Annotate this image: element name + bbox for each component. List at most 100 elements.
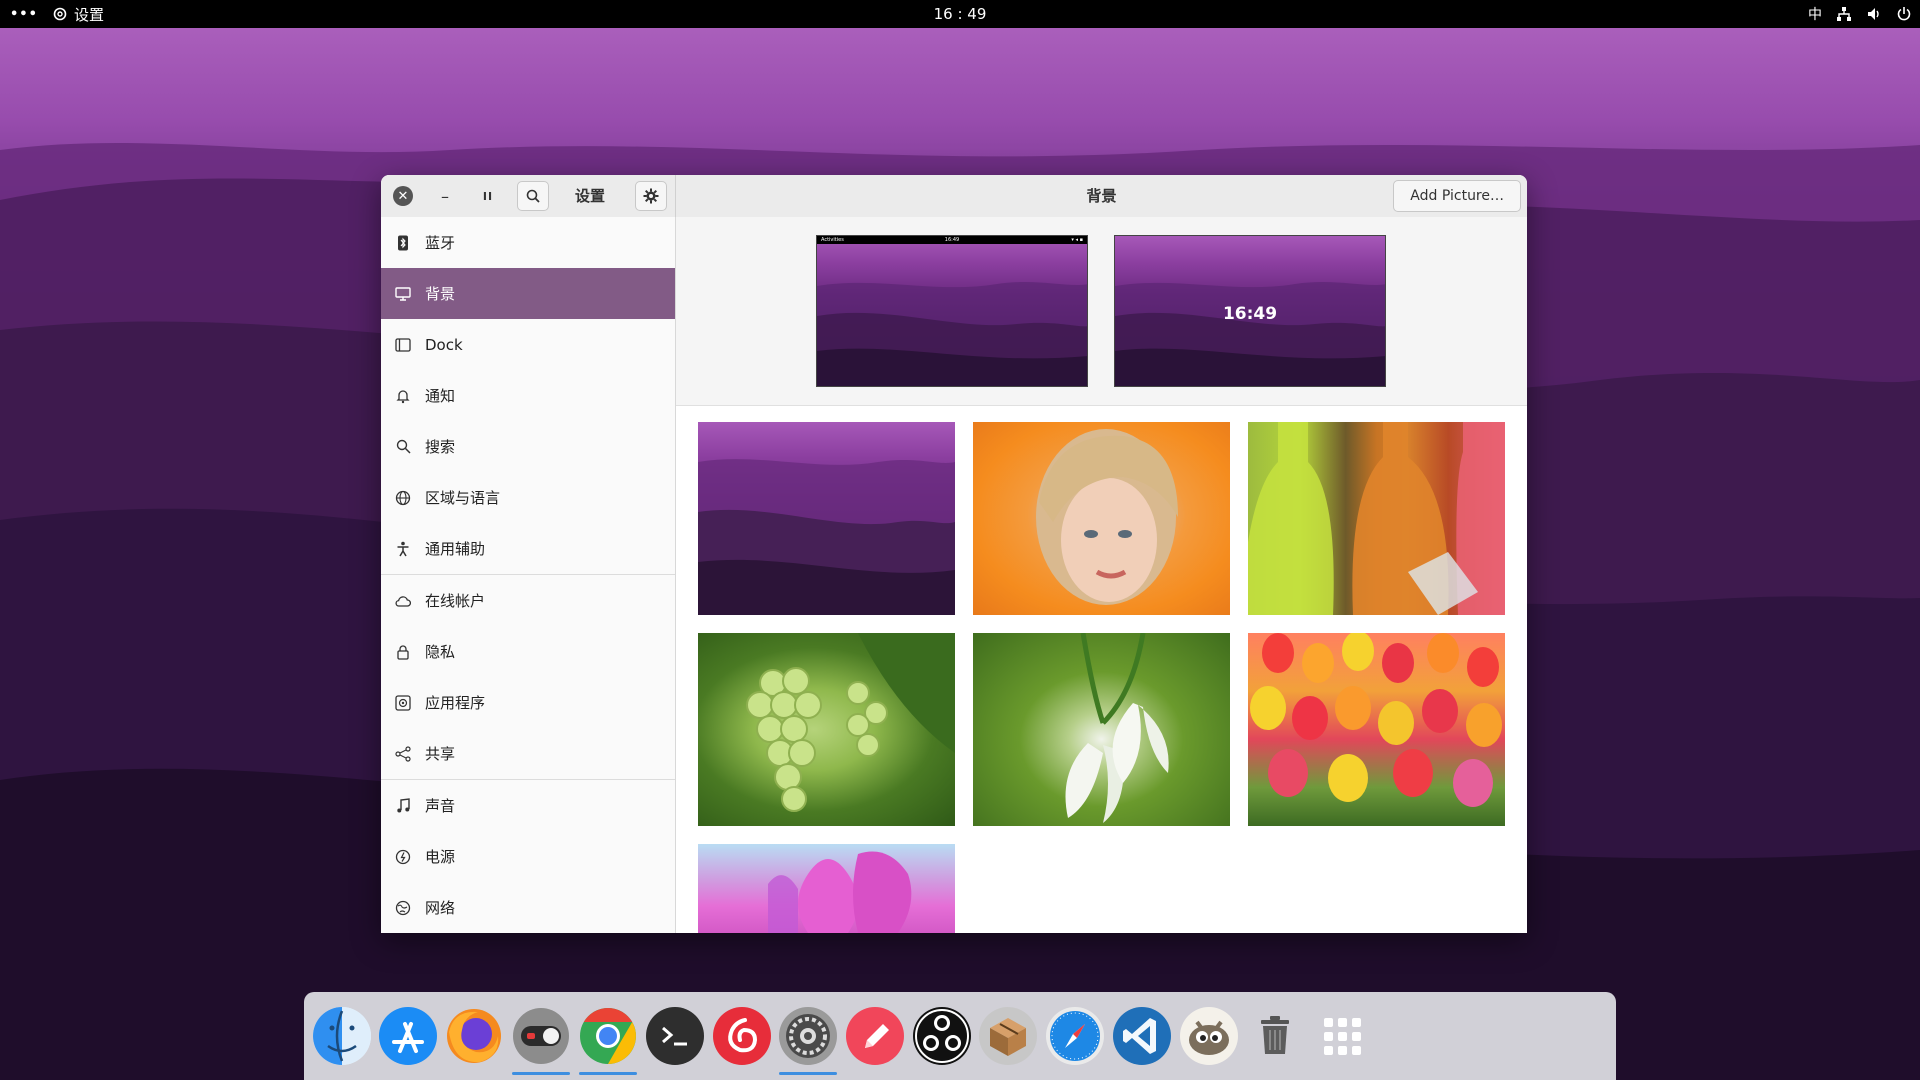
sidebar-item-accessibility[interactable]: 通用辅助: [381, 523, 675, 574]
dock-app-vscode[interactable]: [1112, 1006, 1172, 1066]
dock-app-store[interactable]: [378, 1006, 438, 1066]
gimp-icon: [1180, 1007, 1238, 1065]
firefox-icon: [447, 1009, 501, 1063]
settings-sidebar: 蓝牙 背景 Dock 通知 搜索 区域与语言 通用辅助 在线帐户 隐私 应用程序…: [381, 217, 676, 933]
wallpaper-thumbnail-purple-mountains[interactable]: [698, 422, 955, 615]
background-panel: Activities 16:49 ▾ ◂ ▪ 16:49: [676, 217, 1527, 933]
dock-app-trash[interactable]: [1245, 1006, 1305, 1066]
accessibility-icon: [395, 541, 411, 557]
sidebar-item-label: 应用程序: [425, 694, 486, 712]
share-icon: [395, 745, 411, 762]
network-icon: [395, 900, 411, 916]
search-button[interactable]: [517, 181, 549, 211]
sidebar-item-label: 背景: [425, 285, 456, 303]
sidebar-item-privacy[interactable]: 隐私: [381, 626, 675, 677]
thumb-portrait: [1036, 429, 1178, 605]
terminal-icon: [646, 1007, 704, 1065]
volume-icon[interactable]: [1866, 6, 1882, 22]
top-bar: ••• 设置 16 : 49 中: [0, 0, 1920, 28]
menu-button[interactable]: [635, 181, 667, 211]
sidebar-item-background[interactable]: 背景: [381, 268, 675, 319]
wallpaper-thumbnail-snowdrops[interactable]: [973, 633, 1230, 826]
sidebar-item-label: 声音: [425, 797, 456, 815]
minimize-icon: –: [441, 186, 449, 206]
close-icon: ✕: [397, 188, 409, 204]
sidebar-title: 设置: [575, 187, 606, 205]
sidebar-item-label: 蓝牙: [425, 234, 456, 252]
dock-app-netease-music[interactable]: [712, 1006, 772, 1066]
sidebar-item-label: 网络: [425, 899, 456, 917]
wallpaper-thumbnail-grapes[interactable]: [698, 633, 955, 826]
sidebar-item-label: 通用辅助: [425, 540, 486, 558]
dock-app-package[interactable]: [978, 1006, 1038, 1066]
pencil-app-icon: [846, 1007, 904, 1065]
sidebar-item-label: 搜索: [425, 438, 456, 456]
obs-icon: [913, 1007, 971, 1065]
dock-app-firefox[interactable]: [444, 1006, 504, 1066]
power-menu-icon[interactable]: [1896, 6, 1912, 22]
wallpaper-thumbnail-bottles[interactable]: [1248, 422, 1505, 615]
wallpaper-thumbnail-tulips[interactable]: [1248, 633, 1505, 826]
sidebar-item-sharing[interactable]: 共享: [381, 728, 675, 779]
sidebar-item-dock[interactable]: Dock: [381, 319, 675, 370]
search-icon: [526, 189, 540, 203]
sidebar-item-bluetooth[interactable]: 蓝牙: [381, 217, 675, 268]
dock-app-system-settings[interactable]: [778, 1006, 838, 1066]
thumb-snowdrops: [1065, 633, 1169, 823]
sidebar-item-applications[interactable]: 应用程序: [381, 677, 675, 728]
add-picture-button[interactable]: Add Picture…: [1393, 180, 1521, 212]
package-icon: [979, 1007, 1037, 1065]
music-icon: [395, 797, 411, 814]
thumb-grapes: [746, 633, 955, 812]
apps-icon: [395, 694, 411, 711]
thumb-hills: [698, 459, 955, 615]
chrome-icon: [580, 1008, 636, 1064]
netease-music-icon: [713, 1007, 771, 1065]
sidebar-item-notifications[interactable]: 通知: [381, 370, 675, 421]
sidebar-item-label: 在线帐户: [425, 592, 486, 610]
thumb-bottles: [1248, 422, 1505, 615]
network-status-icon[interactable]: [1836, 6, 1852, 22]
dock-icon: [395, 337, 411, 353]
dock-app-gimp[interactable]: [1179, 1006, 1239, 1066]
dock-app-obs[interactable]: [912, 1006, 972, 1066]
desktop-preview: Activities 16:49 ▾ ◂ ▪: [816, 235, 1088, 387]
dock: [304, 992, 1616, 1080]
search-icon: [395, 439, 411, 455]
finder-icon: [313, 1007, 371, 1065]
close-window-button[interactable]: ✕: [393, 186, 413, 206]
sidebar-item-search[interactable]: 搜索: [381, 421, 675, 472]
vscode-icon: [1113, 1007, 1171, 1065]
dock-app-pencil[interactable]: [845, 1006, 905, 1066]
minimize-window-button[interactable]: –: [433, 184, 457, 208]
gear-icon: [643, 188, 659, 204]
system-settings-icon: [779, 1007, 837, 1065]
settings-window: ✕ – II 设置 背景 Add Picture… 蓝牙 背景 Dock 通知 …: [381, 175, 1527, 933]
show-applications-button[interactable]: [1312, 1006, 1372, 1066]
sidebar-item-online-accounts[interactable]: 在线帐户: [381, 575, 675, 626]
trash-icon: [1261, 1016, 1289, 1054]
sidebar-item-region-language[interactable]: 区域与语言: [381, 472, 675, 523]
sidebar-item-sound[interactable]: 声音: [381, 780, 675, 831]
lock-screen-preview: 16:49: [1114, 235, 1386, 387]
maximize-window-button[interactable]: II: [476, 184, 500, 208]
dock-app-toggle[interactable]: [511, 1006, 571, 1066]
sidebar-item-label: 区域与语言: [425, 489, 501, 507]
bell-icon: [395, 388, 411, 404]
wallpaper-thumbnail-pink-tulips[interactable]: [698, 844, 955, 933]
pause-icon: II: [482, 189, 494, 203]
dock-app-finder[interactable]: [312, 1006, 372, 1066]
dock-app-terminal[interactable]: [645, 1006, 705, 1066]
lock-icon: [395, 644, 411, 660]
sidebar-item-power[interactable]: 电源: [381, 831, 675, 882]
lock-screen-clock: 16:49: [1222, 304, 1278, 324]
sidebar-item-label: 通知: [425, 387, 456, 405]
clock[interactable]: 16 : 49: [0, 0, 1920, 28]
wallpaper-thumbnail-portrait[interactable]: [973, 422, 1230, 615]
sidebar-item-network[interactable]: 网络: [381, 882, 675, 933]
dock-app-safari[interactable]: [1045, 1006, 1105, 1066]
dock-app-chrome[interactable]: [578, 1006, 638, 1066]
bluetooth-icon: [395, 235, 411, 251]
input-method-indicator[interactable]: 中: [1808, 4, 1822, 24]
sidebar-item-label: Dock: [425, 335, 463, 354]
